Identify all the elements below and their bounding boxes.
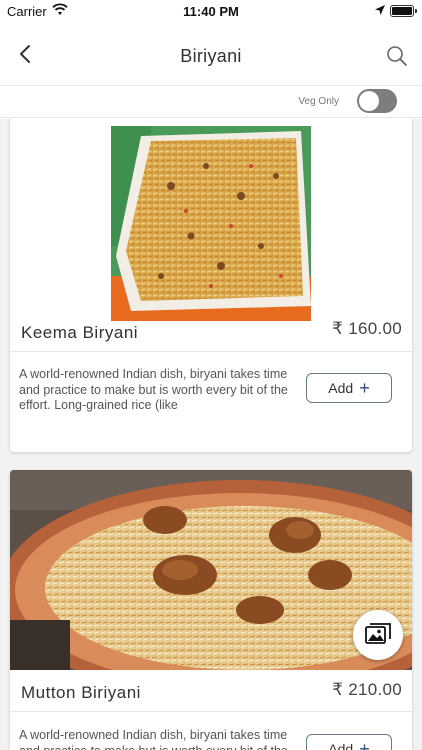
battery-icon [390,5,417,17]
add-button[interactable]: Add + [306,734,392,750]
image-gallery-icon [365,623,391,644]
add-button[interactable]: Add + [306,373,392,403]
location-arrow-icon [375,5,385,15]
keema-biryani-photo[interactable] [111,126,311,321]
item-description: A world-renowned Indian dish, biryani ta… [19,367,288,412]
veg-only-label: Veg Only [298,96,339,107]
filter-bar: Veg Only [0,86,422,118]
item-name: Keema Biryani [21,323,139,342]
divider [10,351,412,352]
search-icon[interactable] [386,45,408,67]
status-bar: Carrier 11:40 PM [0,0,422,22]
menu-item-list[interactable]: Keema Biryani ₹ 160.00 A world-renowned … [0,119,422,750]
item-description: A world-renowned Indian dish, biryani ta… [19,728,288,750]
navigation-bar: Biriyani [0,22,422,86]
plus-icon: + [359,378,370,398]
gallery-button[interactable] [353,610,403,660]
mutton-biriyani-photo[interactable] [10,470,412,670]
clock: 11:40 PM [183,4,239,19]
toggle-knob [359,91,379,111]
menu-item-card[interactable]: Keema Biryani ₹ 160.00 A world-renowned … [10,119,412,452]
menu-item-card[interactable]: Mutton Biriyani ₹ 210.00 A world-renowne… [10,470,412,750]
add-button-label: Add [328,741,354,750]
plus-icon: + [359,739,370,750]
item-price: ₹ 160.00 [332,319,402,338]
divider [10,711,412,712]
veg-only-toggle[interactable] [357,89,397,113]
item-name: Mutton Biriyani [21,683,141,702]
item-price: ₹ 210.00 [332,680,402,699]
page-title: Biriyani [180,46,242,66]
add-button-label: Add [328,380,354,396]
